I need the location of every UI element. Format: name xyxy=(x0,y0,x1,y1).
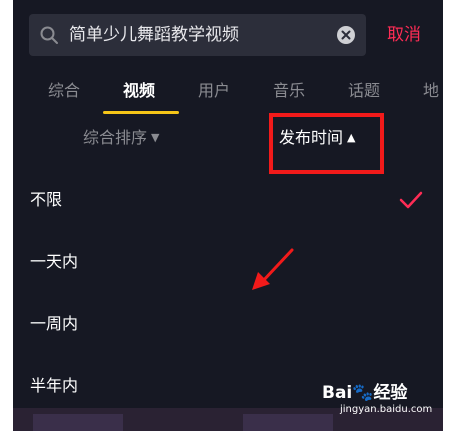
tab-users[interactable]: 用户 xyxy=(198,74,230,108)
tab-places[interactable]: 地 xyxy=(423,74,439,108)
option-label: 一天内 xyxy=(30,252,79,271)
watermark-url: jingyan.baidu.com xyxy=(340,404,433,415)
search-icon xyxy=(40,26,58,44)
cancel-button[interactable]: 取消 xyxy=(387,14,421,56)
clear-icon[interactable] xyxy=(336,25,356,45)
sort-filter-dropdown[interactable]: 综合排序 ▼ xyxy=(83,118,159,160)
option-one-week[interactable]: 一周内 xyxy=(13,302,443,364)
annotation-highlight-box xyxy=(269,113,384,174)
tab-bar: 综合 视频 用户 音乐 话题 地 xyxy=(13,74,443,114)
search-results-screen: 简单少儿舞蹈教学视频 取消 综合 视频 用户 音乐 话题 地 综合排序 ▼ 发布时… xyxy=(13,0,443,431)
tab-video[interactable]: 视频 xyxy=(123,74,155,108)
option-label: 不限 xyxy=(30,190,63,209)
option-label: 半年内 xyxy=(30,376,79,395)
paw-icon: 🐾 xyxy=(352,383,374,403)
tab-general[interactable]: 综合 xyxy=(48,74,80,108)
search-input[interactable]: 简单少儿舞蹈教学视频 xyxy=(69,14,239,56)
annotation-arrow-icon xyxy=(252,248,294,290)
active-tab-indicator xyxy=(103,111,179,114)
watermark-logo: Bai🐾经验 xyxy=(322,383,408,403)
tab-topics[interactable]: 话题 xyxy=(348,74,380,108)
baidu-jingyan-watermark: Bai🐾经验 jingyan.baidu.com xyxy=(318,374,438,424)
option-label: 一周内 xyxy=(30,314,79,333)
checkmark-icon xyxy=(399,191,423,209)
tab-music[interactable]: 音乐 xyxy=(273,74,305,108)
option-unlimited[interactable]: 不限 xyxy=(13,178,443,240)
caret-down-icon: ▼ xyxy=(151,131,160,144)
option-one-day[interactable]: 一天内 xyxy=(13,240,443,302)
search-bar[interactable]: 简单少儿舞蹈教学视频 xyxy=(29,14,366,56)
video-thumbnail[interactable] xyxy=(33,414,123,431)
sort-filter-label: 综合排序 xyxy=(83,128,148,147)
